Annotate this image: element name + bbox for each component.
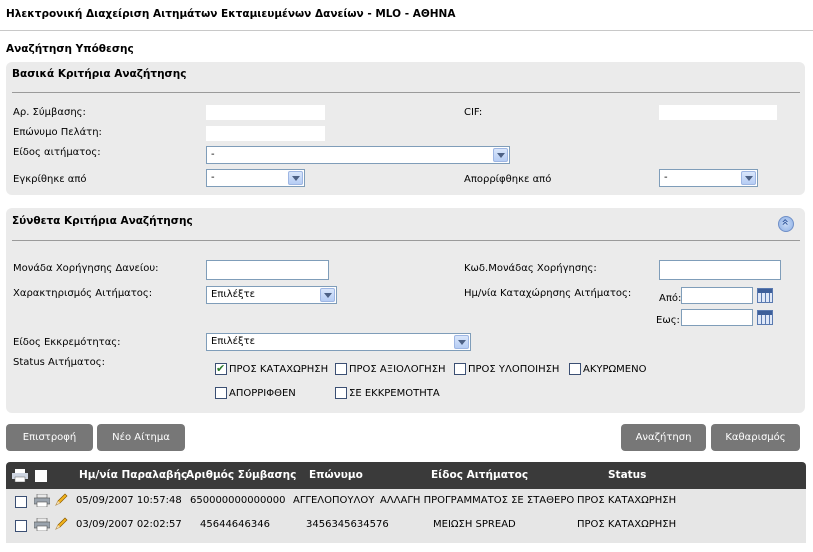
approved-by-select[interactable]: -	[206, 169, 305, 187]
basic-criteria-divider	[12, 92, 800, 93]
cell-request-type: ΜΕΙΩΣΗ SPREAD	[433, 519, 516, 530]
chevron-down-icon[interactable]	[320, 288, 335, 302]
printer-icon[interactable]	[34, 518, 50, 531]
cell-status: ΠΡΟΣ ΚΑΤΑΧΩΡΗΣΗ	[577, 519, 677, 530]
contract-no-label: Αρ. Σύμβασης:	[13, 107, 86, 118]
cell-surname: 3456345634576	[306, 519, 389, 530]
collapse-icon[interactable]	[778, 216, 794, 232]
date-to-input[interactable]	[681, 309, 753, 326]
chevron-down-icon[interactable]	[454, 335, 469, 349]
characterization-label: Χαρακτηρισμός Αιτήματος:	[13, 288, 153, 299]
printer-icon[interactable]	[34, 494, 50, 507]
calendar-icon[interactable]	[757, 310, 773, 325]
edit-pencil-icon[interactable]	[54, 517, 68, 531]
table-row[interactable]: 05/09/2007 10:57:48 650000000000000 ΑΓΓΕ…	[6, 489, 806, 513]
approved-by-value: -	[211, 172, 215, 183]
results-grid-body: 05/09/2007 10:57:48 650000000000000 ΑΓΓΕ…	[6, 489, 806, 543]
status-checkbox-aporrifthen[interactable]	[215, 387, 227, 399]
app-title: Ηλεκτρονική Διαχείριση Αιτημάτων Εκταμιε…	[6, 8, 456, 20]
characterization-value: Επιλέξτε	[211, 289, 256, 300]
printer-icon[interactable]	[12, 469, 28, 482]
unit-input[interactable]	[206, 260, 329, 280]
request-type-label: Είδος αιτήματος:	[13, 147, 101, 158]
status-checkbox-pros-ylopoiisi[interactable]	[454, 363, 466, 375]
basic-criteria-title: Βασικά Κριτήρια Αναζήτησης	[12, 68, 187, 80]
status-label-pros-kataxorisi: ΠΡΟΣ ΚΑΤΑΧΩΡΗΣΗ	[229, 364, 329, 375]
edit-pencil-icon[interactable]	[54, 493, 68, 507]
basic-criteria-panel: Βασικά Κριτήρια Αναζήτησης Αρ. Σύμβασης:…	[6, 62, 805, 195]
reg-date-label: Ημ/νία Καταχώρησης Αιτήματος:	[464, 288, 632, 299]
row-checkbox[interactable]	[15, 520, 27, 532]
column-header-surname[interactable]: Επώνυμο	[309, 469, 363, 481]
date-to-label: Εως:	[656, 315, 680, 326]
cell-surname: ΑΓΓΕΛΟΠΟΥΛΟΥ	[293, 495, 375, 506]
cif-input[interactable]	[659, 105, 777, 120]
cell-contract: 650000000000000	[190, 495, 286, 506]
status-checkbox-se-ekkremotita[interactable]	[335, 387, 347, 399]
pending-type-value: Επιλέξτε	[211, 336, 256, 347]
pending-type-select[interactable]: Επιλέξτε	[206, 333, 471, 351]
advanced-criteria-divider	[12, 240, 800, 241]
header-divider	[0, 30, 813, 31]
new-request-button[interactable]: Νέο Αίτημα	[97, 424, 185, 451]
cell-contract: 45644646346	[200, 519, 270, 530]
column-header-request-type[interactable]: Είδος Αιτήματος	[431, 469, 528, 481]
contract-no-input[interactable]	[206, 105, 325, 120]
status-checkbox-pros-kataxorisi[interactable]	[215, 362, 227, 375]
column-header-contract[interactable]: Αριθμός Σύμβασης	[186, 469, 296, 481]
search-button[interactable]: Αναζήτηση	[621, 424, 706, 451]
advanced-criteria-panel: Σύνθετα Κριτήρια Αναζήτησης Μονάδα Χορήγ…	[6, 208, 805, 413]
cell-status: ΠΡΟΣ ΚΑΤΑΧΩΡΗΣΗ	[577, 495, 677, 506]
request-type-value: -	[211, 149, 215, 160]
status-checkbox-pros-axiologisi[interactable]	[335, 363, 347, 375]
row-checkbox[interactable]	[15, 496, 27, 508]
surname-label: Επώνυμο Πελάτη:	[13, 127, 102, 138]
status-label-akyromeno: ΑΚΥΡΩΜΕΝΟ	[583, 364, 647, 375]
clear-button[interactable]: Καθαρισμός	[711, 424, 800, 451]
status-label-pros-ylopoiisi: ΠΡΟΣ ΥΛΟΠΟΙΗΣΗ	[468, 364, 560, 375]
unit-code-label: Κωδ.Μονάδας Χορήγησης:	[464, 263, 597, 274]
approved-by-label: Εγκρίθηκε από	[13, 174, 87, 185]
page-heading: Αναζήτηση Υπόθεσης	[6, 43, 134, 55]
date-from-label: Από:	[659, 293, 682, 304]
cell-date: 03/09/2007 02:02:57	[76, 519, 182, 530]
characterization-select[interactable]: Επιλέξτε	[206, 286, 337, 304]
request-type-select[interactable]: -	[206, 146, 510, 164]
table-row[interactable]: 03/09/2007 02:02:57 45644646346 34563456…	[6, 513, 806, 537]
status-label-pros-axiologisi: ΠΡΟΣ ΑΞΙΟΛΟΓΗΣΗ	[349, 364, 446, 375]
back-button[interactable]: Επιστροφή	[6, 424, 93, 451]
surname-input[interactable]	[206, 126, 325, 141]
unit-label: Μονάδα Χορήγησης Δανείου:	[13, 263, 159, 274]
status-label-se-ekkremotita: ΣΕ ΕΚΚΡΕΜΟΤΗΤΑ	[349, 388, 440, 399]
chevron-down-icon[interactable]	[493, 148, 508, 162]
chevron-down-icon[interactable]	[741, 171, 756, 185]
status-label-aporrifthen: ΑΠΟΡΡΙΦΘΕΝ	[229, 388, 296, 399]
status-label: Status Αιτήματος:	[13, 357, 105, 368]
chevron-down-icon[interactable]	[288, 171, 303, 185]
date-from-input[interactable]	[681, 287, 753, 304]
pending-type-label: Είδος Εκκρεμότητας:	[13, 337, 121, 348]
unit-code-input[interactable]	[659, 260, 781, 280]
status-checkbox-akyromeno[interactable]	[569, 363, 581, 375]
column-header-status[interactable]: Status	[608, 469, 646, 481]
cell-request-type: ΑΛΛΑΓΗ ΠΡΟΓΡΑΜΜΑΤΟΣ ΣΕ ΣΤΑΘΕΡΟ	[380, 495, 575, 506]
rejected-by-label: Απορρίφθηκε από	[464, 174, 552, 185]
column-header-date[interactable]: Ημ/νία Παραλαβής	[79, 469, 187, 481]
rejected-by-select[interactable]: -	[659, 169, 758, 187]
results-grid-header: Ημ/νία Παραλαβής Αριθμός Σύμβασης Επώνυμ…	[6, 462, 806, 489]
advanced-criteria-title: Σύνθετα Κριτήρια Αναζήτησης	[12, 215, 193, 227]
cif-label: CIF:	[464, 107, 483, 118]
cell-date: 05/09/2007 10:57:48	[76, 495, 182, 506]
calendar-icon[interactable]	[757, 288, 773, 303]
select-all-checkbox[interactable]	[35, 470, 47, 482]
rejected-by-value: -	[664, 172, 668, 183]
